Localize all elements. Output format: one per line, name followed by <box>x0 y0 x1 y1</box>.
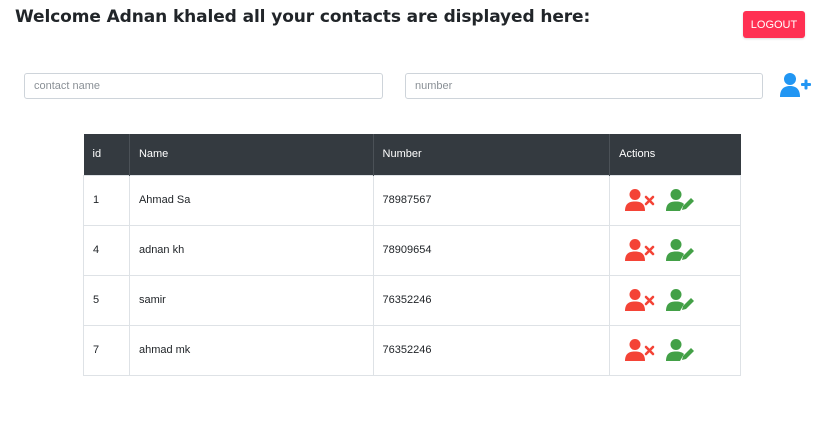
cell-number: 78909654 <box>372 224 611 276</box>
user-times-icon <box>625 339 655 361</box>
cell-actions <box>609 324 741 376</box>
cell-number: 76352246 <box>372 274 611 326</box>
column-header-actions: Actions <box>609 134 741 175</box>
delete-contact-button[interactable] <box>625 238 655 262</box>
contact-number-input[interactable] <box>405 73 763 99</box>
contacts-table-body: 1 Ahmad Sa 78987567 4 adnan kh 78909654 … <box>83 174 741 376</box>
user-edit-icon <box>666 339 695 361</box>
user-edit-icon <box>666 289 695 311</box>
user-times-icon <box>625 289 655 311</box>
add-contact-button[interactable] <box>779 71 811 99</box>
column-header-name: Name <box>129 134 374 175</box>
user-plus-icon <box>780 73 811 97</box>
user-times-icon <box>625 239 655 261</box>
cell-name: samir <box>128 274 374 326</box>
contacts-page: Welcome Adnan khaled all your contacts a… <box>0 0 826 421</box>
edit-contact-button[interactable] <box>666 288 696 312</box>
table-header-row: id Name Number Actions <box>83 134 741 175</box>
table-row: 4 adnan kh 78909654 <box>83 224 741 276</box>
cell-number: 76352246 <box>372 324 611 376</box>
edit-contact-button[interactable] <box>666 238 696 262</box>
contact-name-input[interactable] <box>24 73 383 99</box>
table-row: 1 Ahmad Sa 78987567 <box>83 174 741 226</box>
table-row: 7 ahmad mk 76352246 <box>83 324 741 376</box>
edit-contact-button[interactable] <box>666 338 696 362</box>
cell-number: 78987567 <box>372 174 611 226</box>
welcome-heading: Welcome Adnan khaled all your contacts a… <box>15 7 591 27</box>
cell-name: adnan kh <box>128 224 374 276</box>
cell-actions <box>609 224 741 276</box>
cell-id: 5 <box>83 274 130 326</box>
user-edit-icon <box>666 189 695 211</box>
user-edit-icon <box>666 239 695 261</box>
column-header-number: Number <box>373 134 611 175</box>
cell-name: ahmad mk <box>128 324 374 376</box>
delete-contact-button[interactable] <box>625 338 655 362</box>
logout-button[interactable]: LOGOUT <box>743 11 805 38</box>
cell-id: 1 <box>83 174 130 226</box>
edit-contact-button[interactable] <box>666 188 696 212</box>
column-header-id: id <box>83 134 130 175</box>
cell-id: 4 <box>83 224 130 276</box>
delete-contact-button[interactable] <box>625 188 655 212</box>
cell-id: 7 <box>83 324 130 376</box>
table-row: 5 samir 76352246 <box>83 274 741 326</box>
contacts-table: id Name Number Actions 1 Ahmad Sa 789875… <box>83 134 741 376</box>
cell-actions <box>609 274 741 326</box>
delete-contact-button[interactable] <box>625 288 655 312</box>
cell-name: Ahmad Sa <box>128 174 374 226</box>
user-times-icon <box>625 189 655 211</box>
cell-actions <box>609 174 741 226</box>
